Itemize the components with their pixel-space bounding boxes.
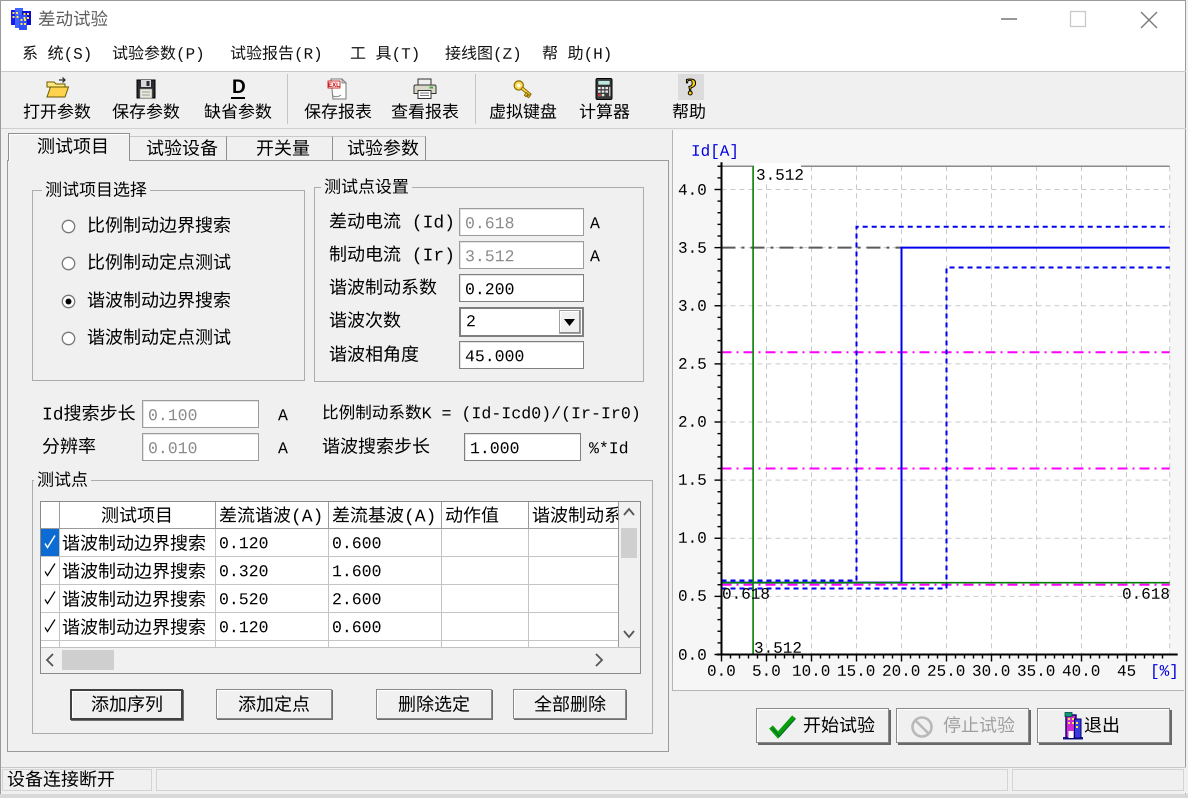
svg-text:EXL: EXL bbox=[328, 83, 340, 89]
svg-text:D: D bbox=[232, 77, 246, 97]
svg-text:?: ? bbox=[685, 75, 697, 100]
